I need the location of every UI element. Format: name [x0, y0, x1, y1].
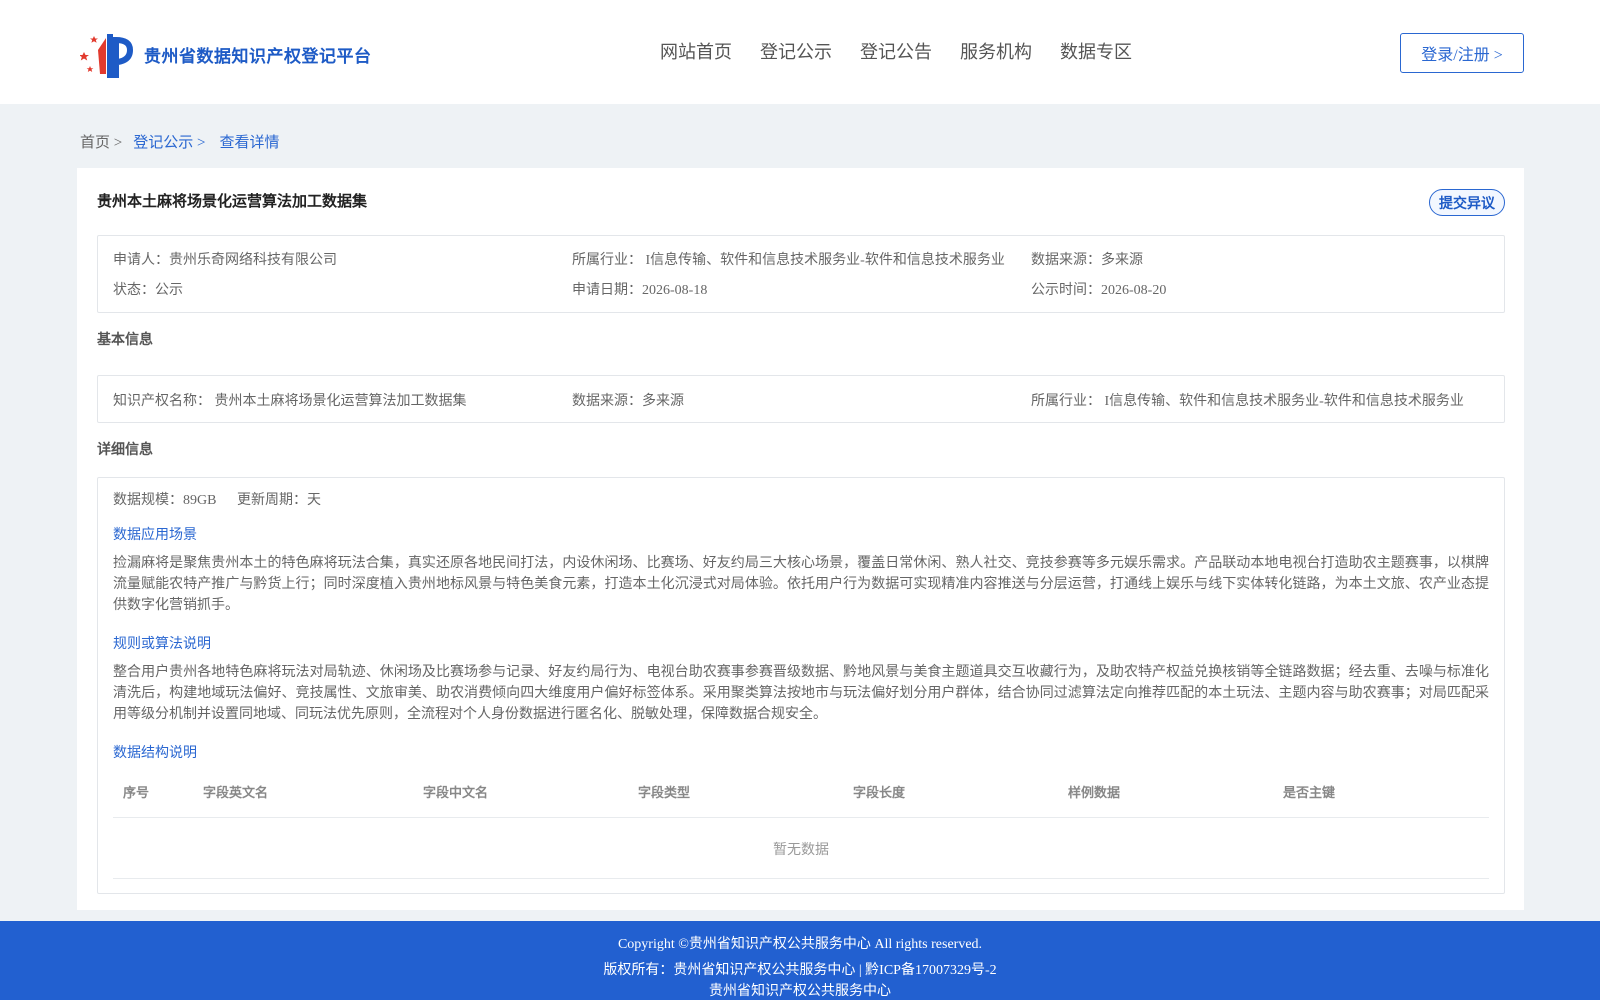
- nav-item-home[interactable]: 网站首页: [660, 38, 732, 64]
- scenario-text: 捡漏麻将是聚焦贵州本土的特色麻将玩法合集，真实还原各地民间打法，内设休闲场、比赛…: [113, 556, 1489, 613]
- breadcrumb-section[interactable]: 登记公示 >: [133, 131, 205, 152]
- column-header: 字段类型: [638, 786, 691, 801]
- structure-table-header: 序号 字段英文名 字段中文名 字段类型 字段长度 样例数据 是否主键: [113, 778, 1489, 818]
- column-header: 字段英文名: [203, 786, 269, 801]
- breadcrumb: 首页 > 登记公示 > 查看详情: [80, 131, 279, 152]
- record-title: 贵州本土麻将场景化运营算法加工数据集: [97, 192, 368, 210]
- detail-panel: 贵州本土麻将场景化运营算法加工数据集 提交异议 申请人：贵州乐奇网络科技有限公司…: [77, 168, 1524, 910]
- record-meta-box: 申请人：贵州乐奇网络科技有限公司 所属行业： I信息传输、软件和信息技术服务业-…: [97, 235, 1505, 313]
- detail-info-title: 详细信息: [97, 442, 153, 458]
- rules-title: 规则或算法说明: [113, 637, 211, 652]
- basic-data-source: 数据来源：多来源: [572, 394, 684, 409]
- apply-date: 申请日期：2026-08-18: [572, 283, 708, 298]
- data-source: 数据来源：多来源: [1031, 253, 1143, 268]
- basic-info-title: 基本信息: [97, 332, 153, 348]
- data-scale: 数据规模：89GB: [113, 493, 217, 508]
- platform-logo-icon[interactable]: [80, 28, 140, 78]
- publish-date: 公示时间：2026-08-20: [1031, 283, 1167, 298]
- column-header: 是否主键: [1283, 786, 1336, 801]
- site-header: 贵州省数据知识产权登记平台 网站首页 登记公示 登记公告 服务机构 数据专区 登…: [0, 0, 1600, 104]
- rules-text: 整合用户贵州各地特色麻将玩法对局轨迹、休闲场及比赛场参与记录、好友约局行为、电视…: [113, 665, 1489, 722]
- applicant: 申请人：贵州乐奇网络科技有限公司: [113, 253, 337, 268]
- table-empty-row: 暂无数据: [113, 819, 1489, 879]
- column-header: 字段长度: [853, 786, 906, 801]
- footer-rights: 版权所有：贵州省知识产权公共服务中心 | 黔ICP备17007329号-2: [603, 963, 997, 978]
- nav-item-data-zone[interactable]: 数据专区: [1060, 38, 1132, 64]
- basic-industry: 所属行业： I信息传输、软件和信息技术服务业-软件和信息技术服务业: [1031, 394, 1464, 409]
- status: 状态：公示: [113, 283, 183, 298]
- industry: 所属行业： I信息传输、软件和信息技术服务业-软件和信息技术服务业: [572, 253, 1005, 268]
- login-register-button[interactable]: 登录/注册 >: [1400, 33, 1524, 73]
- column-header: 序号: [123, 786, 150, 801]
- site-footer: Copyright ©贵州省知识产权公共服务中心 All rights rese…: [0, 921, 1600, 1000]
- breadcrumb-current: 查看详情: [219, 135, 280, 151]
- scenario-title: 数据应用场景: [113, 528, 197, 543]
- nav-item-registration-publicity[interactable]: 登记公示: [760, 38, 832, 64]
- structure-title: 数据结构说明: [113, 746, 197, 761]
- nav-item-registration-announcement[interactable]: 登记公告: [860, 38, 932, 64]
- nav-item-service-agencies[interactable]: 服务机构: [960, 38, 1032, 64]
- ip-name: 知识产权名称： 贵州本土麻将场景化运营算法加工数据集: [113, 394, 467, 409]
- basic-info-box: 知识产权名称： 贵州本土麻将场景化运营算法加工数据集 数据来源：多来源 所属行业…: [97, 375, 1505, 423]
- site-title: 贵州省数据知识产权登记平台: [144, 47, 372, 67]
- main-nav: 网站首页 登记公示 登记公告 服务机构 数据专区: [660, 38, 1132, 64]
- submit-objection-button[interactable]: 提交异议: [1429, 189, 1505, 216]
- update-cycle: 更新周期：天: [237, 493, 321, 508]
- footer-org: 贵州省知识产权公共服务中心: [709, 984, 891, 999]
- breadcrumb-home[interactable]: 首页 >: [80, 131, 122, 152]
- footer-copyright: Copyright ©贵州省知识产权公共服务中心 All rights rese…: [617, 937, 983, 952]
- detail-info-box: 数据规模：89GB 更新周期：天 数据应用场景 捡漏麻将是聚焦贵州本土的特色麻将…: [97, 477, 1505, 894]
- column-header: 字段中文名: [423, 786, 489, 801]
- column-header: 样例数据: [1068, 786, 1121, 801]
